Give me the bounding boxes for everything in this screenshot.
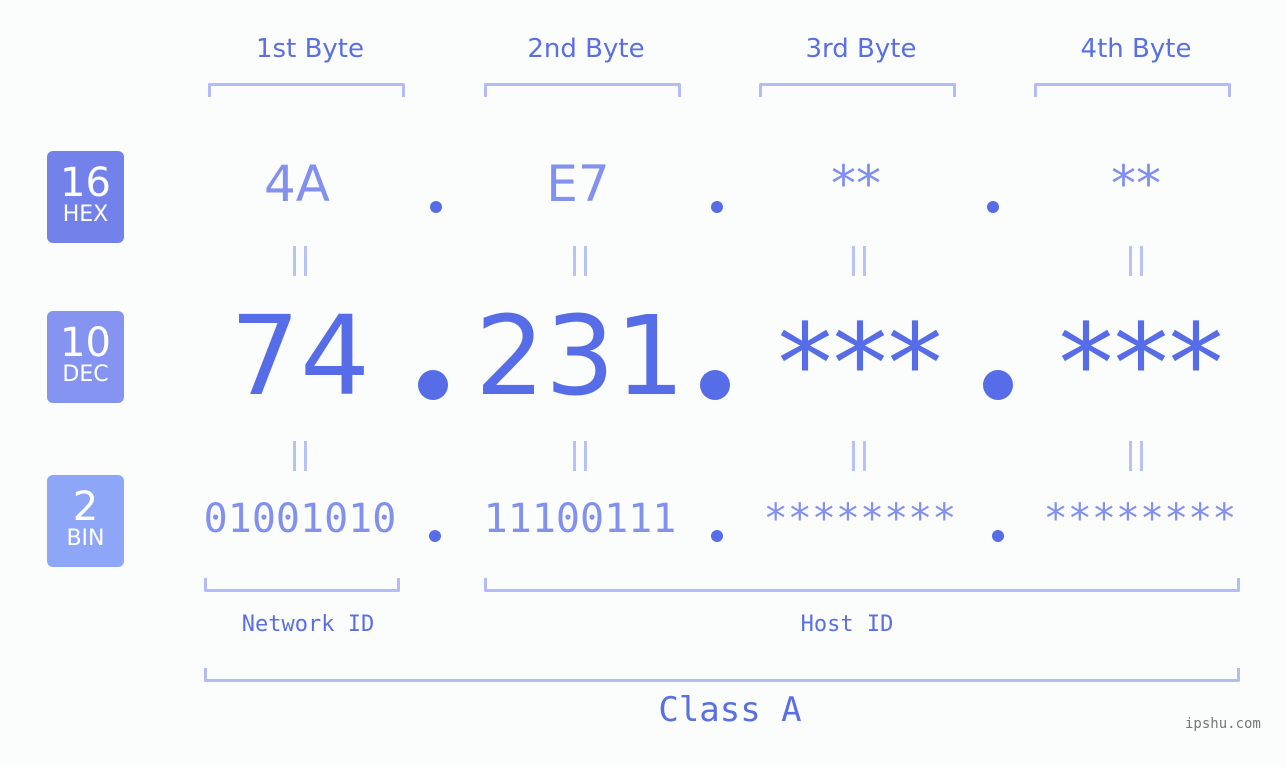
bin-byte-3: ******** bbox=[763, 496, 957, 542]
dec-badge-label: DEC bbox=[62, 362, 109, 387]
bin-separator-dot bbox=[711, 530, 723, 542]
network-id-label: Network ID bbox=[241, 612, 375, 637]
equals-icon bbox=[293, 246, 307, 276]
hex-badge: 16 HEX bbox=[47, 151, 124, 243]
dec-byte-1: 74 bbox=[230, 292, 370, 420]
bin-badge-base: 2 bbox=[72, 484, 99, 530]
equals-icon bbox=[1129, 246, 1143, 276]
bin-separator-dot bbox=[429, 530, 441, 542]
bin-separator-dot bbox=[992, 530, 1004, 542]
hex-separator-dot bbox=[987, 201, 999, 213]
hex-badge-label: HEX bbox=[62, 202, 109, 227]
host-id-label: Host ID bbox=[800, 612, 894, 637]
byte-header-1: 1st Byte bbox=[256, 34, 364, 64]
byte-bracket-2 bbox=[484, 83, 681, 97]
hex-badge-base: 16 bbox=[60, 160, 111, 206]
equals-icon bbox=[573, 441, 587, 471]
hex-byte-1: 4A bbox=[263, 155, 330, 213]
bin-byte-2: 11100111 bbox=[483, 496, 677, 542]
class-bracket bbox=[204, 668, 1240, 682]
dec-separator-dot bbox=[700, 370, 730, 400]
hex-separator-dot bbox=[430, 201, 442, 213]
equals-icon bbox=[852, 246, 866, 276]
dec-separator-dot bbox=[983, 370, 1013, 400]
equals-icon bbox=[852, 441, 866, 471]
dec-badge: 10 DEC bbox=[47, 311, 124, 403]
equals-icon bbox=[573, 246, 587, 276]
hex-byte-2: E7 bbox=[546, 155, 610, 213]
byte-header-4: 4th Byte bbox=[1080, 34, 1192, 64]
host-id-bracket bbox=[484, 578, 1240, 592]
dec-byte-3: *** bbox=[777, 300, 943, 428]
dec-byte-2: 231 bbox=[475, 292, 685, 420]
class-label: Class A bbox=[658, 690, 802, 730]
byte-header-3: 3rd Byte bbox=[805, 34, 917, 64]
bin-badge: 2 BIN bbox=[47, 475, 124, 567]
hex-separator-dot bbox=[711, 201, 723, 213]
equals-icon bbox=[1129, 441, 1143, 471]
watermark: ipshu.com bbox=[1185, 716, 1261, 732]
byte-bracket-4 bbox=[1034, 83, 1231, 97]
dec-badge-base: 10 bbox=[60, 320, 111, 366]
byte-header-2: 2nd Byte bbox=[527, 34, 645, 64]
network-id-bracket bbox=[204, 578, 400, 592]
byte-bracket-3 bbox=[759, 83, 956, 97]
dec-byte-4: *** bbox=[1058, 300, 1224, 428]
dec-separator-dot bbox=[418, 370, 448, 400]
equals-icon bbox=[293, 441, 307, 471]
bin-byte-1: 01001010 bbox=[203, 496, 397, 542]
byte-bracket-1 bbox=[208, 83, 405, 97]
bin-badge-label: BIN bbox=[66, 526, 105, 551]
hex-byte-3: ** bbox=[831, 155, 881, 213]
bin-byte-4: ******** bbox=[1043, 496, 1237, 542]
hex-byte-4: ** bbox=[1111, 155, 1161, 213]
